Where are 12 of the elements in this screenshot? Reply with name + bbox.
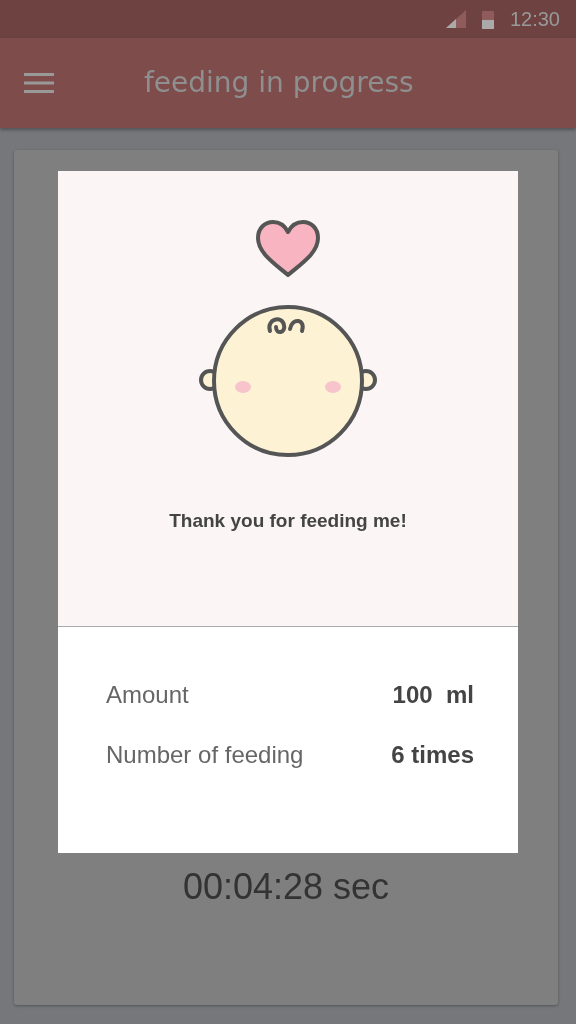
app-title: feeding in progress — [144, 65, 414, 101]
stat-value: 6 times — [391, 740, 474, 770]
menu-icon[interactable] — [24, 73, 54, 93]
stat-label: Amount — [106, 680, 189, 710]
timer-text: 00:04:28 sec — [181, 865, 391, 909]
heart-icon — [255, 219, 321, 279]
battery-icon — [481, 9, 494, 29]
signal-icon — [445, 10, 466, 28]
stat-value: 100 ml — [392, 680, 474, 710]
stat-label: Number of feeding — [106, 740, 304, 770]
status-time: 12:30 — [509, 7, 560, 32]
thank-you-message: Thank you for feeding me! — [169, 509, 407, 533]
